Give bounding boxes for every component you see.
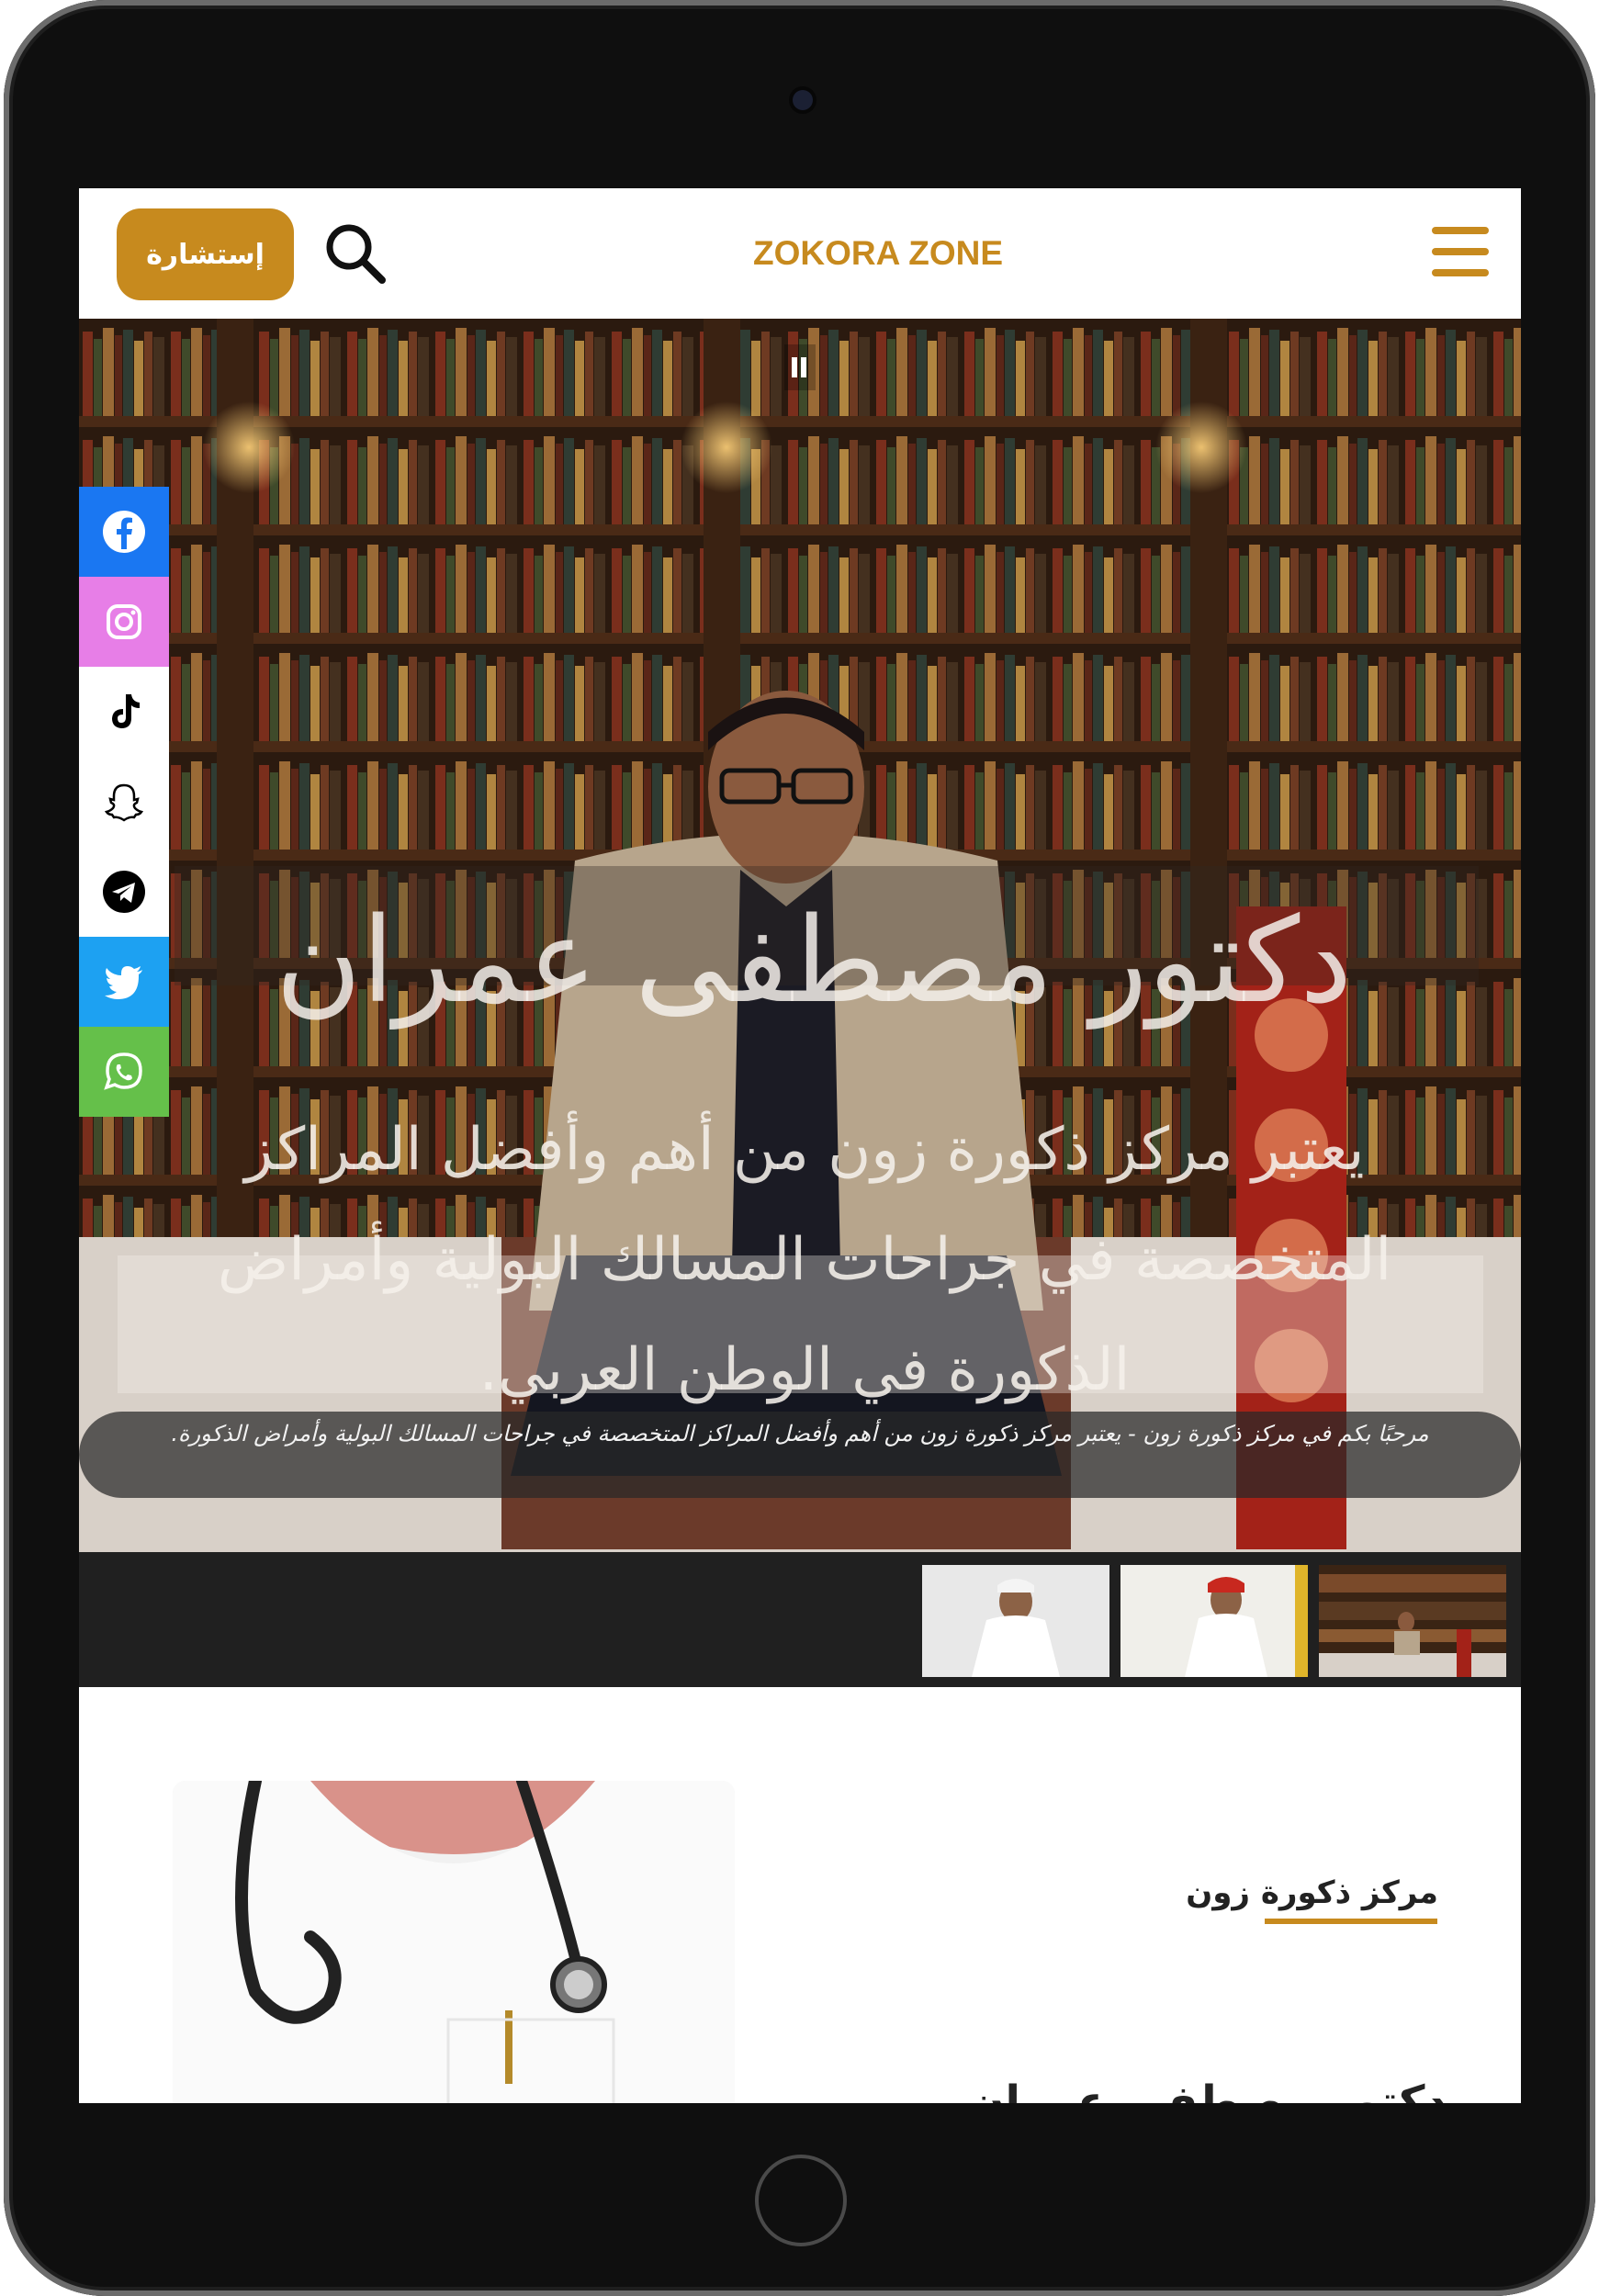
social-sidebar	[79, 487, 169, 1117]
instagram-icon	[107, 604, 141, 639]
front-camera	[793, 90, 813, 110]
whatsapp-link[interactable]	[79, 1027, 169, 1117]
snapchat-icon	[104, 783, 144, 822]
section-heading: دكتور مصطفى عمران	[967, 2077, 1447, 2103]
section-label-underline	[1265, 1919, 1437, 1924]
search-icon[interactable]	[321, 219, 389, 287]
slide-thumbnail-2[interactable]	[1120, 1565, 1308, 1677]
facebook-icon	[103, 511, 145, 553]
home-button[interactable]	[755, 2155, 847, 2246]
section-label: مركز ذكورة زون	[1186, 1874, 1438, 1911]
hero-description: يعتبر مركز ذكورة زون من أهم وأفضل المراك…	[217, 1116, 1392, 1404]
site-header: إستشارة ZOKORA ZONE	[79, 188, 1521, 319]
doctor-stethoscope-image	[173, 1781, 735, 2103]
slide-caption: مرحبًا بكم في مركز ذكورة زون - يعتبر مرك…	[171, 1421, 1429, 1446]
snapchat-link[interactable]	[79, 757, 169, 847]
about-section: مركز ذكورة زون دكتور مصطفى عمران	[79, 1687, 1521, 2103]
whatsapp-icon	[104, 1052, 142, 1090]
slider-pause-icon[interactable]	[781, 343, 817, 392]
twitter-link[interactable]	[79, 937, 169, 1027]
hamburger-menu-icon[interactable]	[1432, 227, 1489, 278]
telegram-link[interactable]	[79, 847, 169, 937]
telegram-icon	[103, 871, 145, 913]
twitter-icon	[105, 966, 142, 999]
slide-thumbnail-1[interactable]	[922, 1565, 1109, 1677]
slide-thumbnail-3[interactable]	[1319, 1565, 1506, 1677]
hero-title: دكتور مصطفى عمران	[275, 893, 1353, 1030]
facebook-link[interactable]	[79, 487, 169, 577]
instagram-link[interactable]	[79, 577, 169, 667]
consultation-button[interactable]: إستشارة	[117, 208, 294, 300]
tiktok-icon	[112, 694, 140, 728]
hero-slider: دكتور مصطفى عمران يعتبر مركز ذكورة زون م…	[79, 319, 1521, 1552]
browser-viewport: إستشارة ZOKORA ZONE دكتور مصطفى عمران يع…	[79, 188, 1521, 2103]
slider-thumbnails	[79, 1552, 1521, 1687]
tiktok-link[interactable]	[79, 667, 169, 757]
site-logo[interactable]: ZOKORA ZONE	[713, 229, 1043, 278]
